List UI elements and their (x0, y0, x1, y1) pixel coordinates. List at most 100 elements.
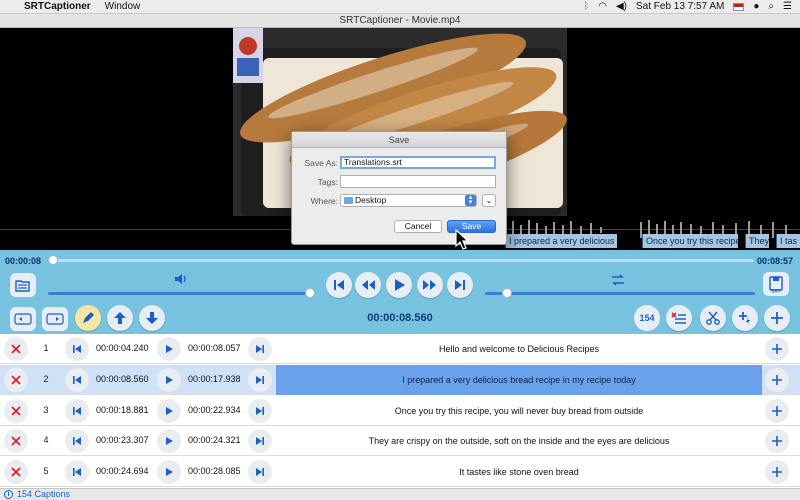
caption-count-badge[interactable]: 154 (634, 305, 660, 331)
start-time[interactable]: 00:00:18.881 (96, 405, 149, 415)
progress-knob[interactable] (47, 255, 58, 265)
start-time[interactable]: 00:00:24.694 (96, 466, 149, 476)
caption-text[interactable]: Once you try this recipe, you will never… (276, 396, 762, 426)
speed-knob[interactable] (501, 288, 512, 298)
play-from-start-button[interactable] (157, 398, 181, 423)
go-to-end-button[interactable] (447, 272, 473, 298)
cancel-button[interactable]: Cancel (394, 220, 442, 233)
start-time[interactable]: 00:00:23.307 (96, 435, 149, 445)
jump-to-end-button[interactable] (248, 429, 272, 454)
caption-row[interactable]: 4 00:00:23.307 00:00:24.321 They are cri… (0, 426, 800, 457)
clock[interactable]: Sat Feb 13 7:57 AM (636, 1, 724, 12)
caption-text[interactable]: They are crispy on the outside, soft on … (276, 426, 762, 456)
menu-window[interactable]: Window (105, 1, 141, 12)
jump-to-start-button[interactable] (65, 337, 89, 361)
caption-row[interactable]: 5 00:00:24.694 00:00:28.085 It tastes li… (0, 457, 800, 488)
skip-start-icon (73, 406, 81, 415)
end-time[interactable]: 00:00:08.057 (188, 343, 241, 353)
insert-caption-button[interactable] (765, 429, 789, 454)
end-time[interactable]: 00:00:24.321 (188, 435, 241, 445)
close-icon (11, 467, 21, 477)
plus-icon (772, 467, 782, 478)
rewind-button[interactable] (355, 272, 381, 298)
caption-row[interactable]: 3 00:00:18.881 00:00:22.934 Once you try… (0, 395, 800, 426)
expand-button[interactable]: ⌄ (482, 194, 496, 207)
skip-end-icon (256, 468, 264, 477)
caption-text[interactable]: I prepared a very delicious bread recipe… (276, 364, 762, 395)
delete-caption-button[interactable] (4, 429, 28, 454)
delete-caption-button[interactable] (4, 398, 28, 423)
jump-to-start-button[interactable] (65, 367, 89, 392)
play-button[interactable] (386, 272, 412, 298)
move-down-button[interactable] (139, 305, 165, 331)
play-from-start-button[interactable] (157, 460, 181, 485)
speed-track[interactable] (485, 292, 755, 295)
app-menu[interactable]: SRTCaptioner (24, 1, 91, 12)
add-sync-button[interactable] (732, 305, 758, 331)
delete-caption-button[interactable] (4, 367, 28, 392)
play-from-start-button[interactable] (157, 337, 181, 361)
jump-to-end-button[interactable] (248, 460, 272, 485)
volume-track[interactable] (48, 292, 310, 295)
caption-number: 5 (43, 466, 49, 477)
open-file-button[interactable] (10, 273, 36, 297)
caption-chip[interactable]: I tas (776, 234, 800, 248)
jump-to-end-button[interactable] (248, 337, 272, 361)
wifi-icon[interactable]: ◠ (598, 1, 607, 12)
arrow-up-icon (114, 312, 126, 324)
caption-row[interactable]: 2 00:00:08.560 00:00:17.938 I prepared a… (0, 364, 800, 395)
play-icon (166, 468, 173, 477)
jump-to-start-button[interactable] (65, 460, 89, 485)
insert-caption-button[interactable] (765, 460, 789, 485)
edit-button[interactable] (75, 305, 101, 331)
caption-chip[interactable]: I prepared a very delicious bread recipe… (505, 234, 617, 248)
move-up-button[interactable] (107, 305, 133, 331)
save-as-input[interactable]: Translations.srt (340, 156, 496, 169)
skip-end-icon (455, 280, 465, 290)
jump-to-end-button[interactable] (248, 398, 272, 423)
start-time[interactable]: 00:00:08.560 (96, 374, 149, 384)
end-time[interactable]: 00:00:22.934 (188, 405, 241, 415)
split-button[interactable] (700, 305, 726, 331)
jump-to-start-button[interactable] (65, 429, 89, 454)
tags-label: Tags: (317, 177, 338, 187)
end-time[interactable]: 00:00:28.085 (188, 466, 241, 476)
set-end-time-button[interactable] (42, 307, 68, 331)
delete-caption-button[interactable] (4, 460, 28, 485)
insert-caption-button[interactable] (765, 337, 789, 361)
jump-to-end-button[interactable] (248, 367, 272, 392)
volume-knob[interactable] (305, 288, 315, 298)
fast-forward-icon (423, 280, 436, 290)
set-start-time-button[interactable] (10, 307, 36, 331)
jump-to-start-button[interactable] (65, 398, 89, 423)
start-time[interactable]: 00:00:04.240 (96, 343, 149, 353)
control-center-icon[interactable]: ☰ (783, 1, 792, 12)
bluetooth-icon[interactable]: ᛒ (583, 1, 589, 12)
save-srt-button[interactable]: SRT (763, 272, 789, 296)
user-icon[interactable]: ● (753, 1, 759, 12)
caption-chip[interactable]: They (745, 234, 769, 248)
add-caption-button[interactable] (764, 305, 790, 331)
delete-caption-button[interactable] (4, 337, 28, 361)
progress-track[interactable] (48, 259, 754, 262)
play-icon (166, 375, 173, 384)
caption-number: 2 (43, 373, 49, 384)
where-select[interactable]: Desktop ▴ ▾ (340, 194, 477, 207)
delete-all-button[interactable] (666, 305, 692, 331)
caption-text[interactable]: It tastes like stone oven bread (276, 457, 762, 487)
go-to-start-button[interactable] (326, 272, 352, 298)
menu-bar: SRTCaptioner Window ᛒ ◠ ◀) Sat Feb 13 7:… (0, 0, 800, 14)
search-icon[interactable]: ⌕ (768, 1, 774, 12)
play-from-start-button[interactable] (157, 367, 181, 392)
caption-text[interactable]: Hello and welcome to Delicious Recipes (276, 334, 762, 364)
end-time[interactable]: 00:00:17.938 (188, 374, 241, 384)
caption-chip[interactable]: Once you try this recipe (642, 234, 738, 248)
insert-caption-button[interactable] (765, 398, 789, 423)
fast-forward-button[interactable] (417, 272, 443, 298)
caption-row[interactable]: 1 00:00:04.240 00:00:08.057 Hello and we… (0, 334, 800, 364)
volume-icon[interactable]: ◀) (616, 1, 627, 12)
play-from-start-button[interactable] (157, 429, 181, 454)
insert-caption-button[interactable] (765, 367, 789, 392)
tags-input[interactable] (340, 175, 496, 188)
flag-icon[interactable] (733, 2, 745, 11)
